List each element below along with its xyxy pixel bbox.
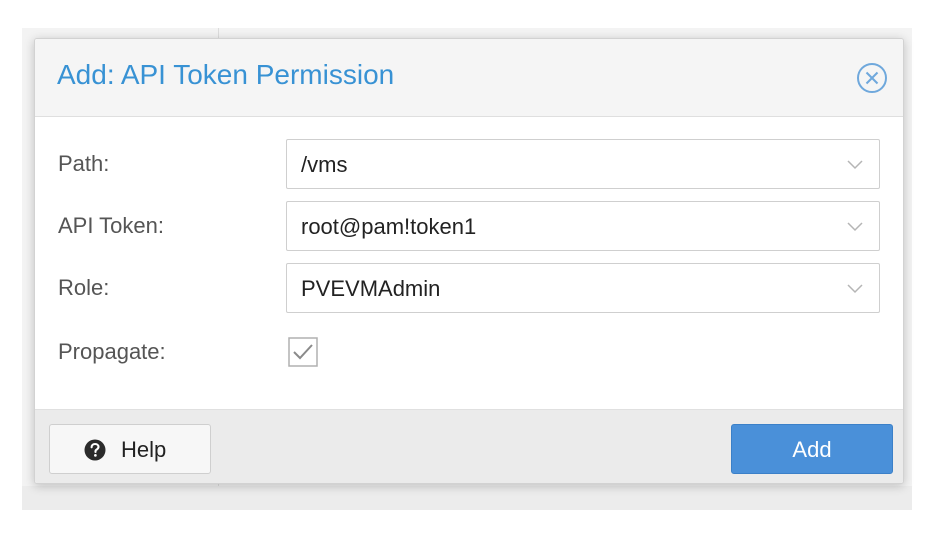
api-token-value: root@pam!token1 <box>301 214 477 239</box>
help-button[interactable]: Help <box>49 424 211 474</box>
role-value: PVEVMAdmin <box>301 276 441 301</box>
api-token-combobox[interactable]: root@pam!token1 <box>286 201 880 251</box>
dialog-header: Add: API Token Permission <box>35 39 903 117</box>
role-label: Role: <box>58 275 110 300</box>
chevron-down-icon[interactable] <box>847 219 863 237</box>
add-button[interactable]: Add <box>731 424 893 474</box>
propagate-checkbox[interactable] <box>288 337 318 367</box>
add-button-label: Add <box>792 437 832 462</box>
chevron-down-icon[interactable] <box>847 281 863 299</box>
path-row: Path: /vms <box>35 139 903 191</box>
path-value: /vms <box>301 152 348 177</box>
propagate-row: Propagate: <box>35 327 903 379</box>
path-label: Path: <box>58 151 110 176</box>
dialog-title: Add: API Token Permission <box>57 59 395 90</box>
role-combobox[interactable]: PVEVMAdmin <box>286 263 880 313</box>
chevron-down-icon[interactable] <box>847 157 863 175</box>
api-token-label: API Token: <box>58 213 164 238</box>
propagate-label: Propagate: <box>58 339 166 364</box>
path-combobox[interactable]: /vms <box>286 139 880 189</box>
dialog-footer: Help Add <box>35 409 903 483</box>
role-row: Role: PVEVMAdmin <box>35 263 903 315</box>
close-icon[interactable] <box>855 61 889 95</box>
help-button-label: Help <box>121 437 167 462</box>
question-circle-icon <box>84 439 106 461</box>
add-api-token-permission-dialog: Add: API Token Permission Path: /vms API… <box>34 38 904 484</box>
background-footer <box>22 486 912 510</box>
api-token-row: API Token: root@pam!token1 <box>35 201 903 253</box>
